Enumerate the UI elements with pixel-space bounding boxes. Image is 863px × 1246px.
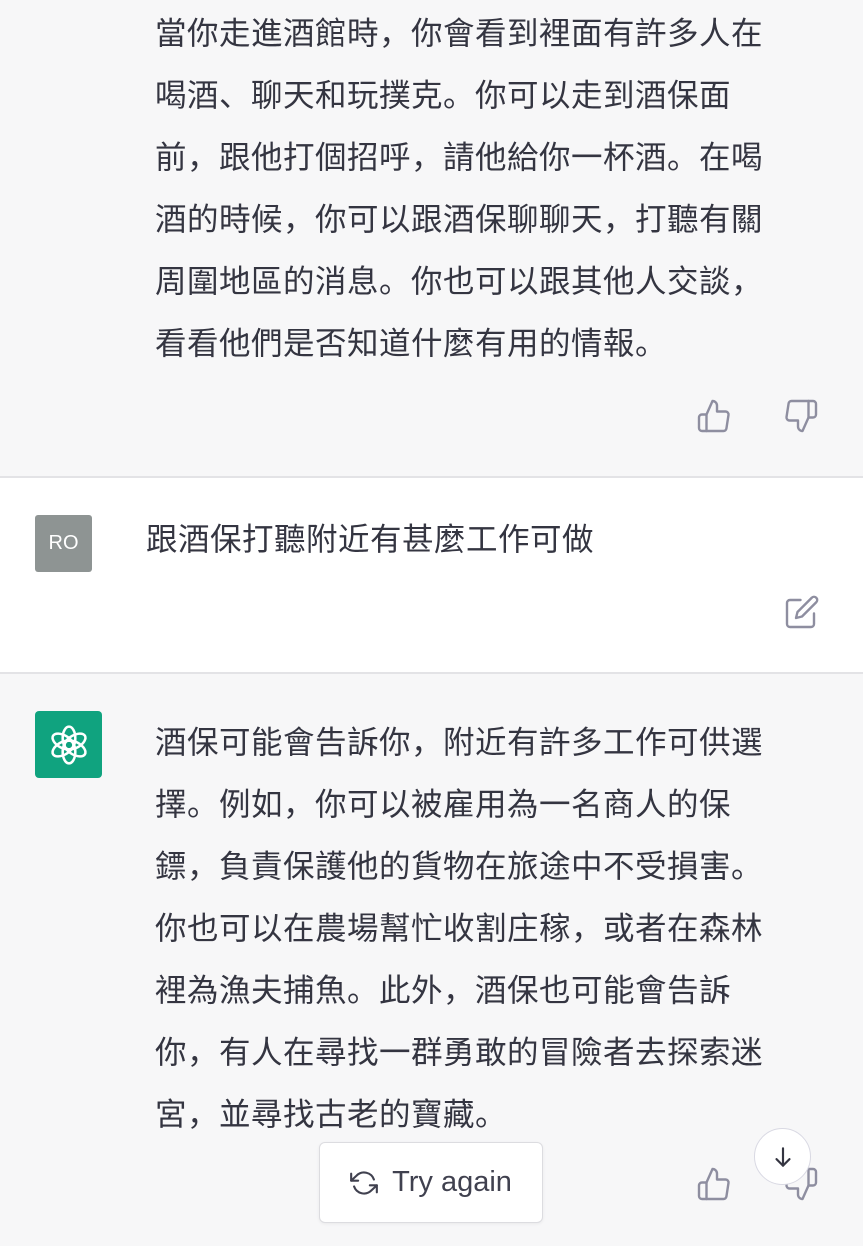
user-message-text: 跟酒保打聽附近有甚麼工作可做	[146, 522, 595, 558]
thumbs-up-icon[interactable]	[694, 1164, 734, 1204]
assistant-message-text: 酒保可能會告訴你，附近有許多工作可供選 擇。例如，你可以被雇用為一名商人的保 鏢…	[155, 725, 764, 1133]
chat-thread: 當你走進酒館時，你會看到裡面有許多人在 喝酒、聊天和玩撲克。你可以走到酒保面 前…	[0, 0, 863, 1246]
arrow-down-icon	[770, 1144, 796, 1170]
refresh-icon	[350, 1169, 378, 1197]
user-avatar: RO	[35, 515, 92, 572]
scroll-to-bottom-button[interactable]	[754, 1128, 811, 1185]
assistant-message: 當你走進酒館時，你會看到裡面有許多人在 喝酒、聊天和玩撲克。你可以走到酒保面 前…	[0, 0, 863, 478]
thumbs-up-icon[interactable]	[694, 396, 734, 436]
try-again-button[interactable]: Try again	[319, 1142, 543, 1223]
try-again-label: Try again	[392, 1166, 512, 1198]
chatgpt-logo-icon	[35, 711, 102, 778]
thumbs-down-icon[interactable]	[781, 396, 821, 436]
user-message: RO 跟酒保打聽附近有甚麼工作可做	[0, 478, 863, 674]
assistant-message-text: 當你走進酒館時，你會看到裡面有許多人在 喝酒、聊天和玩撲克。你可以走到酒保面 前…	[155, 16, 764, 362]
edit-icon[interactable]	[782, 592, 822, 632]
